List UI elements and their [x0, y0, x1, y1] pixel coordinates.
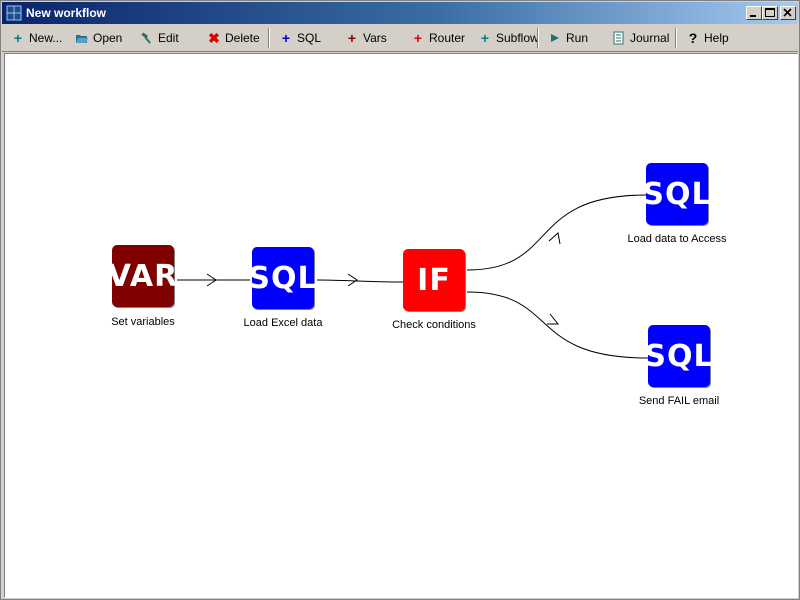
node-if-label: Check conditions — [392, 319, 476, 331]
delete-label: Delete — [225, 31, 260, 45]
plus-icon: + — [13, 30, 23, 46]
node-var-label: Set variables — [111, 316, 175, 328]
app-window: New workflow + New... Open Edit ✖ Delete — [0, 0, 800, 600]
workflow-app-icon — [6, 5, 22, 21]
node-var-text: VAR — [107, 258, 179, 294]
node-sql-load-excel-label: Load Excel data — [243, 317, 323, 329]
title-bar[interactable]: New workflow — [2, 2, 798, 24]
node-if-text: IF — [417, 262, 451, 298]
play-icon — [551, 34, 559, 42]
toolbar-separator — [675, 28, 677, 48]
maximize-button[interactable] — [762, 6, 778, 20]
subflow-button[interactable]: + Subflow — [478, 27, 539, 49]
delete-button[interactable]: ✖ Delete — [207, 27, 260, 49]
help-label: Help — [704, 31, 729, 45]
vars-label: Vars — [363, 31, 387, 45]
vars-button[interactable]: + Vars — [345, 27, 387, 49]
toolbar: + New... Open Edit ✖ Delete + SQL + Vars… — [2, 25, 798, 52]
plus-icon: + — [281, 30, 291, 46]
node-sql-send-fail-email[interactable]: SQL — [644, 325, 713, 387]
open-label: Open — [93, 31, 123, 45]
journal-button[interactable]: Journal — [612, 27, 669, 49]
run-button[interactable]: Run — [548, 27, 588, 49]
sql-label: SQL — [297, 31, 322, 45]
arrowhead — [547, 313, 560, 325]
node-sql-text: SQL — [642, 176, 712, 212]
router-button[interactable]: + Router — [411, 27, 465, 49]
close-button[interactable] — [780, 6, 796, 20]
journal-label: Journal — [630, 31, 670, 45]
node-sql-load-excel[interactable]: SQL — [248, 247, 317, 309]
arrowhead — [548, 232, 561, 245]
help-button[interactable]: ? Help — [686, 27, 729, 49]
edit-label: Edit — [158, 31, 179, 45]
folder-open-icon — [76, 35, 88, 43]
toolbar-separator — [537, 28, 539, 48]
sql-button[interactable]: + SQL — [279, 27, 321, 49]
arrowhead — [347, 273, 358, 287]
node-if[interactable]: IF — [403, 249, 465, 311]
minimize-button[interactable] — [746, 6, 762, 20]
open-button[interactable]: Open — [75, 27, 122, 49]
node-sql-load-access[interactable]: SQL — [642, 163, 711, 225]
edit-button[interactable]: Edit — [140, 27, 179, 49]
connector-sql-to-if — [316, 279, 404, 283]
run-label: Run — [566, 31, 589, 45]
router-label: Router — [429, 31, 466, 45]
close-icon — [783, 8, 792, 17]
delete-x-icon: ✖ — [208, 30, 220, 46]
plus-icon: + — [347, 30, 357, 46]
plus-icon: + — [413, 30, 423, 46]
new-label: New... — [29, 31, 63, 45]
node-var[interactable]: VAR — [108, 245, 177, 307]
toolbar-separator — [268, 28, 270, 48]
window-title: New workflow — [26, 6, 107, 20]
node-sql-send-fail-email-label: Send FAIL email — [638, 395, 720, 407]
plus-icon: + — [480, 30, 490, 46]
minimize-icon — [750, 15, 756, 17]
node-sql-text: SQL — [644, 338, 714, 374]
node-sql-load-access-label: Load data to Access — [627, 233, 727, 245]
node-sql-text: SQL — [248, 260, 318, 296]
help-question-icon: ? — [688, 30, 698, 46]
new-button[interactable]: + New... — [11, 27, 62, 49]
workflow-canvas[interactable]: VAR Set variables SQL Load Excel data IF… — [4, 53, 798, 598]
maximize-icon — [765, 8, 775, 17]
journal-icon — [613, 31, 624, 45]
hammer-icon — [141, 32, 151, 44]
subflow-label: Subflow — [496, 31, 539, 45]
